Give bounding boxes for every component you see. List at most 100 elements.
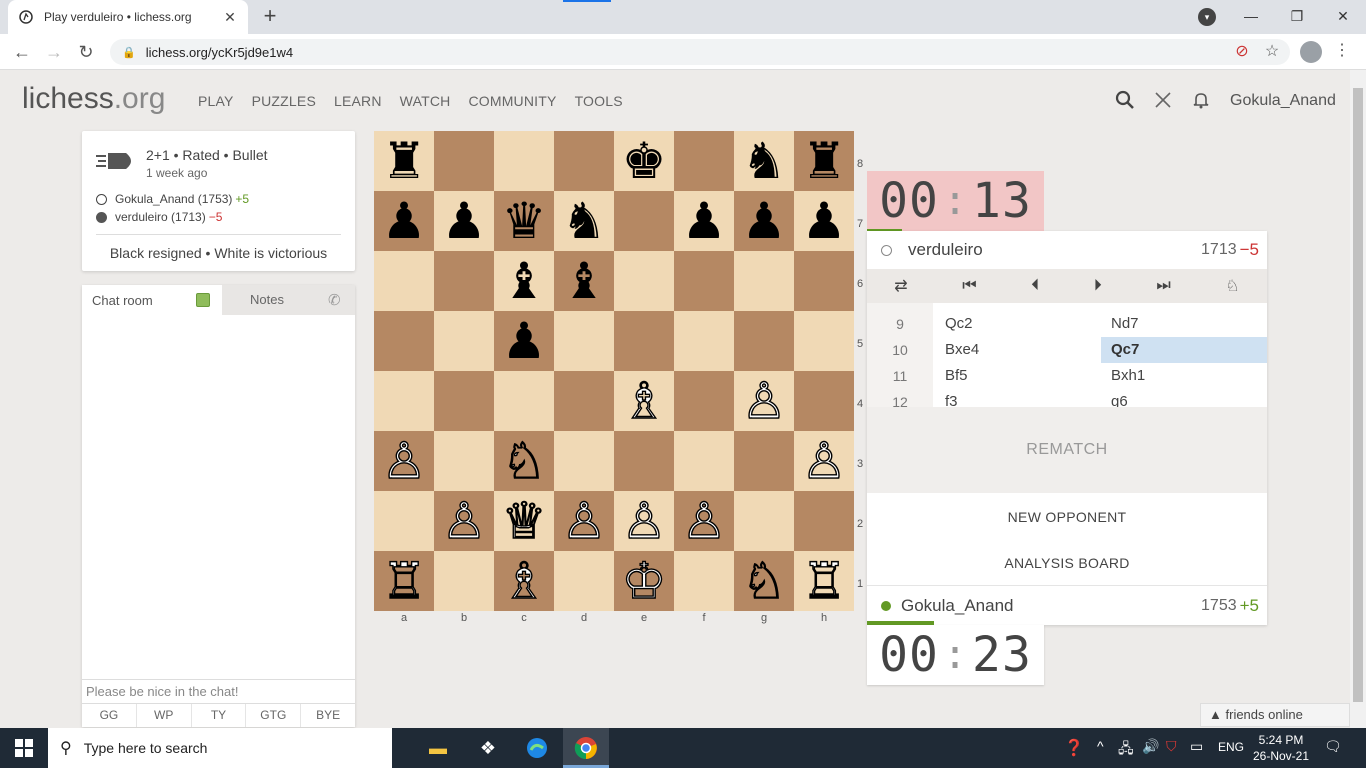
nav-play[interactable]: PLAY bbox=[198, 93, 234, 109]
black-move[interactable]: Bxh1 bbox=[1101, 363, 1267, 389]
black-move[interactable]: Nd7 bbox=[1101, 311, 1267, 337]
square-e5[interactable] bbox=[614, 311, 674, 371]
tab-search-icon[interactable]: ▾ bbox=[1198, 8, 1216, 26]
menu-dots-icon[interactable]: ⋮ bbox=[1334, 40, 1350, 60]
profile-avatar[interactable] bbox=[1300, 41, 1322, 63]
square-d3[interactable] bbox=[554, 431, 614, 491]
maximize-icon[interactable]: ❐ bbox=[1274, 4, 1320, 28]
chat-input[interactable]: Please be nice in the chat! bbox=[82, 679, 355, 703]
square-d5[interactable] bbox=[554, 311, 614, 371]
square-f2[interactable]: ♙ bbox=[674, 491, 734, 551]
white-move[interactable]: Ne5 bbox=[945, 303, 973, 311]
prev-move-icon[interactable]: ⏴ bbox=[1031, 277, 1039, 295]
square-h3[interactable]: ♙ bbox=[794, 431, 854, 491]
square-c5[interactable]: ♟ bbox=[494, 311, 554, 371]
white-piece[interactable]: ♙ bbox=[741, 375, 787, 426]
bookmark-star-icon[interactable]: ☆ bbox=[1260, 40, 1284, 64]
square-d6[interactable]: ♝ bbox=[554, 251, 614, 311]
white-piece[interactable]: ♗ bbox=[501, 555, 547, 606]
square-a8[interactable]: ♜ bbox=[374, 131, 434, 191]
white-piece[interactable]: ♖ bbox=[801, 555, 847, 606]
white-piece[interactable]: ♙ bbox=[381, 435, 427, 486]
square-f4[interactable] bbox=[674, 371, 734, 431]
square-g6[interactable] bbox=[734, 251, 794, 311]
square-d1[interactable] bbox=[554, 551, 614, 611]
battery-icon[interactable]: ▭ bbox=[1190, 738, 1203, 755]
notification-bell-icon[interactable] bbox=[1190, 90, 1212, 112]
dropbox-icon[interactable]: ❖ bbox=[472, 732, 504, 764]
square-c8[interactable] bbox=[494, 131, 554, 191]
close-tab-icon[interactable]: ✕ bbox=[222, 9, 238, 26]
square-a7[interactable]: ♟ bbox=[374, 191, 434, 251]
url-field[interactable]: 🔒 lichess.org/ycKr5jd9e1w4 bbox=[110, 39, 1290, 65]
square-f5[interactable] bbox=[674, 311, 734, 371]
user-menu[interactable]: Gokula_Anand bbox=[1230, 92, 1336, 110]
flip-board-icon[interactable]: ⇄ bbox=[894, 276, 907, 296]
white-move[interactable]: Bf5 bbox=[945, 363, 968, 389]
black-move[interactable]: g6 bbox=[1101, 389, 1267, 407]
friends-online-toggle[interactable]: ▲ friends online bbox=[1200, 703, 1350, 727]
square-c2[interactable]: ♕ bbox=[494, 491, 554, 551]
square-f7[interactable]: ♟ bbox=[674, 191, 734, 251]
white-piece[interactable]: ♘ bbox=[501, 435, 547, 486]
square-g3[interactable] bbox=[734, 431, 794, 491]
scrollbar-thumb[interactable] bbox=[1353, 88, 1363, 702]
tray-overflow-icon[interactable]: ^ bbox=[1097, 738, 1104, 754]
square-h5[interactable] bbox=[794, 311, 854, 371]
square-b2[interactable]: ♙ bbox=[434, 491, 494, 551]
preset-gtg[interactable]: GTG bbox=[246, 704, 302, 727]
browser-tab[interactable]: Play verduleiro • lichess.org ✕ bbox=[8, 0, 248, 34]
voice-phone-icon[interactable]: ✆ bbox=[328, 291, 341, 309]
notifications-icon[interactable]: 🗨 bbox=[1324, 738, 1342, 755]
square-a6[interactable] bbox=[374, 251, 434, 311]
black-piece[interactable]: ♝ bbox=[502, 256, 547, 306]
black-piece[interactable]: ♟ bbox=[802, 196, 847, 246]
white-piece[interactable]: ♙ bbox=[801, 435, 847, 486]
square-e3[interactable] bbox=[614, 431, 674, 491]
black-player-row[interactable]: verduleiro (1713) −5 bbox=[96, 210, 222, 224]
preset-gg[interactable]: GG bbox=[82, 704, 137, 727]
preset-ty[interactable]: TY bbox=[192, 704, 247, 727]
square-h6[interactable] bbox=[794, 251, 854, 311]
black-piece[interactable]: ♟ bbox=[442, 196, 487, 246]
last-move-icon[interactable]: ⏭ bbox=[1156, 277, 1170, 295]
black-piece[interactable]: ♛ bbox=[502, 196, 547, 246]
square-f1[interactable] bbox=[674, 551, 734, 611]
square-e7[interactable] bbox=[614, 191, 674, 251]
rematch-button[interactable]: REMATCH bbox=[867, 407, 1267, 493]
search-icon[interactable] bbox=[1114, 90, 1136, 112]
square-a1[interactable]: ♖ bbox=[374, 551, 434, 611]
square-g8[interactable]: ♞ bbox=[734, 131, 794, 191]
nav-watch[interactable]: WATCH bbox=[400, 93, 451, 109]
black-piece[interactable]: ♞ bbox=[562, 196, 607, 246]
system-clock[interactable]: 5:24 PM 26-Nov-21 bbox=[1252, 732, 1310, 764]
square-b5[interactable] bbox=[434, 311, 494, 371]
forward-icon[interactable]: → bbox=[42, 40, 66, 64]
page-scrollbar[interactable] bbox=[1350, 70, 1366, 728]
black-piece[interactable]: ♟ bbox=[502, 316, 547, 366]
square-d8[interactable] bbox=[554, 131, 614, 191]
black-piece[interactable]: ♟ bbox=[742, 196, 787, 246]
first-move-icon[interactable]: ⏮ bbox=[962, 277, 976, 295]
square-g5[interactable] bbox=[734, 311, 794, 371]
minimize-icon[interactable]: — bbox=[1228, 4, 1274, 28]
analysis-icon[interactable]: ♘ bbox=[1225, 276, 1239, 296]
reload-icon[interactable]: ↻ bbox=[74, 40, 98, 64]
challenge-swords-icon[interactable] bbox=[1152, 90, 1174, 112]
white-move[interactable]: Bxe4 bbox=[945, 337, 979, 363]
site-logo[interactable]: lichess.org bbox=[22, 82, 165, 116]
next-move-icon[interactable]: ⏵ bbox=[1094, 277, 1102, 295]
white-piece[interactable]: ♙ bbox=[561, 495, 607, 546]
square-d2[interactable]: ♙ bbox=[554, 491, 614, 551]
white-piece[interactable]: ♙ bbox=[681, 495, 727, 546]
square-f6[interactable] bbox=[674, 251, 734, 311]
square-c3[interactable]: ♘ bbox=[494, 431, 554, 491]
chat-toggle[interactable] bbox=[196, 293, 210, 307]
current-move[interactable]: Qc7 bbox=[1101, 337, 1267, 363]
square-d7[interactable]: ♞ bbox=[554, 191, 614, 251]
new-opponent-button[interactable]: NEW OPPONENT bbox=[867, 509, 1267, 525]
square-f3[interactable] bbox=[674, 431, 734, 491]
help-icon[interactable]: ❓ bbox=[1064, 738, 1084, 758]
language-indicator[interactable]: ENG bbox=[1218, 740, 1244, 754]
white-piece[interactable]: ♙ bbox=[621, 495, 667, 546]
